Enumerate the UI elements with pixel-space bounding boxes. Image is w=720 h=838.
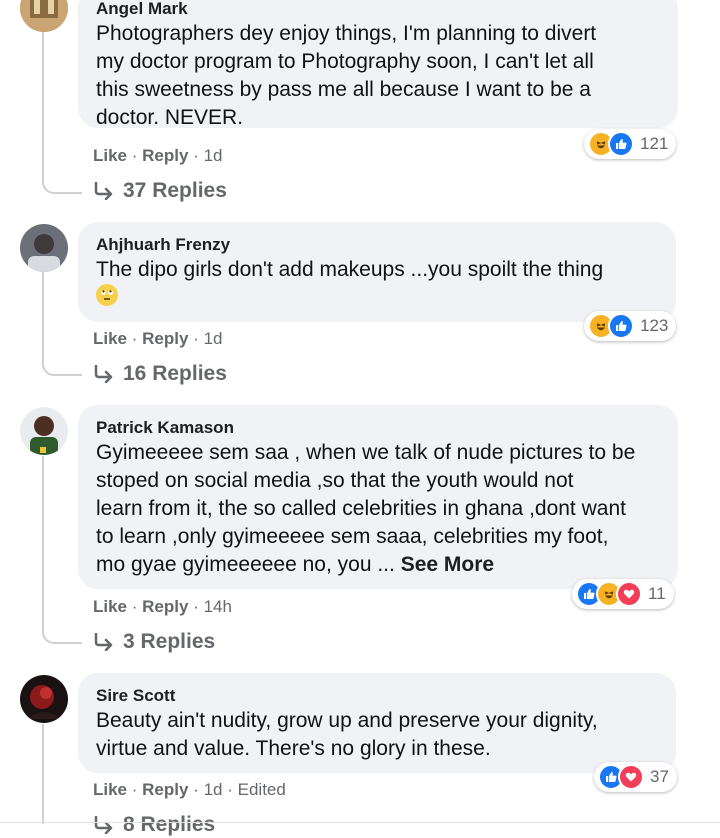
view-replies-link[interactable]: 8 Replies [93, 812, 215, 838]
comment-time[interactable]: 1d [204, 780, 223, 799]
reaction-count: 121 [640, 134, 669, 153]
comment-author[interactable]: Patrick Kamason [96, 417, 660, 439]
comment-author[interactable]: Sire Scott [96, 685, 658, 707]
reaction-summary[interactable]: 123 [584, 311, 677, 341]
reaction-count: 123 [640, 316, 669, 335]
comment-actions: Like · Reply · 14h [93, 596, 232, 618]
replies-count-label: 8 Replies [123, 813, 216, 836]
like-button[interactable]: Like [93, 597, 127, 616]
replies-count-label: 37 Replies [123, 179, 227, 202]
reply-arrow-icon [94, 182, 113, 200]
reply-button[interactable]: Reply [142, 597, 188, 616]
reaction-summary[interactable]: 37 [594, 762, 677, 792]
thread-line [42, 272, 44, 364]
like-button[interactable]: Like [93, 146, 127, 165]
comment-bubble: Patrick Kamason Gyimeeeee sem saa , when… [78, 405, 678, 589]
separator: · [193, 780, 204, 799]
avatar[interactable] [20, 407, 68, 455]
view-replies-link[interactable]: 16 Replies [93, 361, 227, 387]
comment-author[interactable]: Ahjhuarh Frenzy [96, 234, 658, 256]
view-replies-link[interactable]: 3 Replies [93, 629, 215, 655]
thread-line [42, 456, 44, 632]
view-replies-link[interactable]: 37 Replies [93, 178, 227, 204]
reply-button[interactable]: Reply [142, 146, 188, 165]
reply-button[interactable]: Reply [142, 780, 188, 799]
comment-actions: Like · Reply · 1d [93, 328, 223, 350]
comment-bubble: Ahjhuarh Frenzy The dipo girls don't add… [78, 222, 676, 322]
edited-label[interactable]: Edited [238, 780, 286, 799]
rolling-eyes-emoji [96, 284, 118, 306]
separator: · [131, 329, 143, 348]
avatar[interactable] [20, 224, 68, 272]
avatar-image [20, 224, 68, 272]
reply-arrow-icon [94, 365, 113, 383]
comment-text: Beauty ain't nudity, grow up and preserv… [96, 709, 598, 760]
like-icon [608, 131, 634, 157]
comment-text-body: Gyimeeeee sem saa , when we talk of nude… [96, 441, 636, 576]
reaction-count: 37 [650, 767, 669, 786]
avatar-image [20, 675, 68, 723]
thread-hook [42, 180, 82, 194]
separator: · [193, 597, 204, 616]
avatar-image [20, 407, 68, 455]
like-button[interactable]: Like [93, 329, 127, 348]
separator: · [131, 780, 143, 799]
see-more-link[interactable]: See More [401, 553, 494, 576]
page-bottom-divider [0, 822, 720, 823]
love-icon [618, 764, 644, 790]
love-icon [616, 581, 642, 607]
thread-hook [42, 630, 82, 644]
comment-text: Photographers dey enjoy things, I'm plan… [96, 22, 597, 129]
separator: · [131, 597, 143, 616]
reaction-count: 11 [648, 584, 666, 603]
like-button[interactable]: Like [93, 780, 127, 799]
separator: · [227, 780, 238, 799]
comment-time[interactable]: 1d [204, 146, 223, 165]
comment-bubble: Sire Scott Beauty ain't nudity, grow up … [78, 673, 676, 773]
comment-bubble: Angel Mark Photographers dey enjoy thing… [78, 0, 678, 129]
comment-actions: Like · Reply · 1d [93, 145, 223, 167]
replies-count-label: 3 Replies [123, 630, 216, 653]
comment-time[interactable]: 14h [204, 597, 232, 616]
like-icon [608, 313, 634, 339]
comment-text: Gyimeeeee sem saa , when we talk of nude… [96, 439, 660, 579]
comment-actions: Like · Reply · 1d · Edited [93, 779, 286, 801]
comment-author[interactable]: Angel Mark [96, 0, 660, 20]
comment-text: The dipo girls don't add makeups ...you … [96, 258, 604, 281]
reaction-summary[interactable]: 11 [572, 579, 674, 609]
avatar-image [20, 0, 68, 32]
avatar[interactable] [20, 0, 68, 32]
reply-arrow-icon [94, 816, 113, 834]
thread-hook [42, 362, 82, 376]
thread-line [42, 724, 44, 824]
separator: · [193, 146, 204, 165]
avatar[interactable] [20, 675, 68, 723]
reply-button[interactable]: Reply [142, 329, 188, 348]
reply-arrow-icon [94, 633, 113, 651]
thread-line [42, 32, 44, 182]
replies-count-label: 16 Replies [123, 362, 227, 385]
separator: · [193, 329, 204, 348]
separator: · [131, 146, 143, 165]
reaction-summary[interactable]: 121 [584, 129, 677, 159]
comment-time[interactable]: 1d [204, 329, 223, 348]
